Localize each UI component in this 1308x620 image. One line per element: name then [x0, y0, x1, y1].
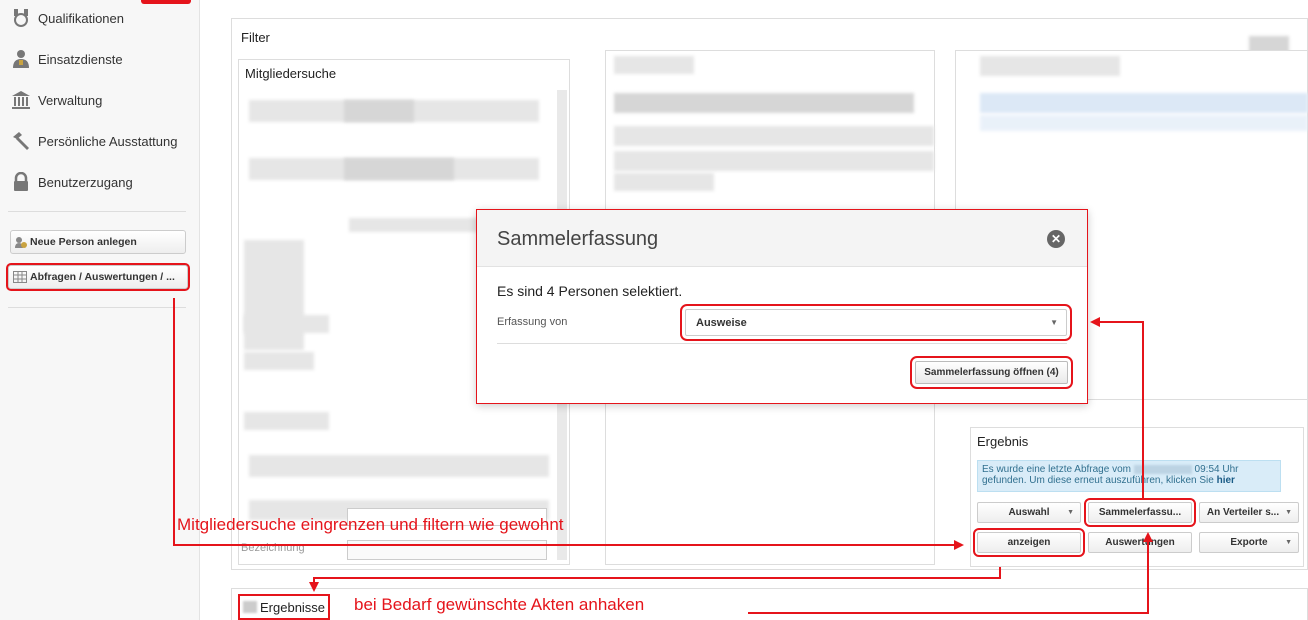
check-annotation: bei Bedarf gewünschte Akten anhaken: [354, 595, 645, 614]
filter-annotation: Mitgliedersuche eingrenzen und filtern w…: [177, 515, 564, 534]
